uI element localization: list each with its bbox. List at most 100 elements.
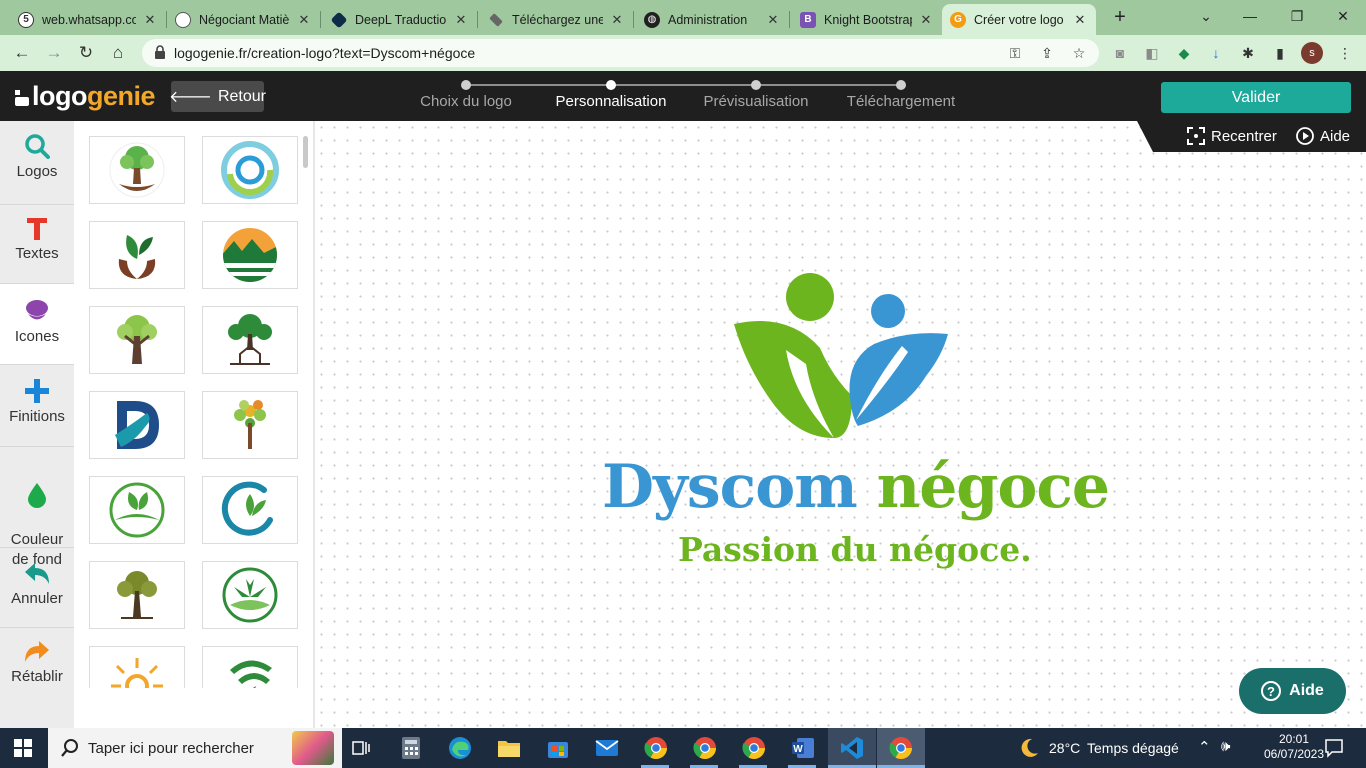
close-tab-icon[interactable]: ✕ xyxy=(765,12,781,28)
task-view-icon[interactable] xyxy=(346,734,376,762)
floating-help-button[interactable]: ? Aide xyxy=(1239,668,1346,714)
step-dot-active[interactable] xyxy=(606,80,616,90)
back-button[interactable]: 🡐 Retour xyxy=(169,81,266,112)
reload-icon[interactable]: ↻ xyxy=(75,42,97,64)
browser-tab-active[interactable]: G Créer votre logo ✕ xyxy=(942,4,1096,35)
icon-thumbnail[interactable] xyxy=(202,561,298,629)
forward-arrow-icon[interactable]: → xyxy=(43,42,65,64)
extension-icon[interactable]: ◧ xyxy=(1142,43,1162,63)
icon-thumbnail[interactable] xyxy=(89,561,185,629)
sidebar-item-finitions[interactable]: Finitions xyxy=(0,378,74,448)
icon-thumbnail[interactable] xyxy=(202,476,298,544)
panel-scrollbar[interactable] xyxy=(303,136,308,168)
key-icon[interactable]: ⚿ xyxy=(1006,44,1024,62)
download-icon[interactable]: ↓ xyxy=(1206,43,1226,63)
chrome-icon[interactable] xyxy=(641,734,671,762)
browser-tab[interactable]: B Knight Bootstrap ✕ xyxy=(792,4,942,35)
close-tab-icon[interactable]: ✕ xyxy=(609,12,625,28)
sidebar-item-retablir[interactable]: Rétablir xyxy=(0,640,74,710)
icon-thumbnail[interactable] xyxy=(202,306,298,374)
taskbar-clock[interactable]: 20:01 06/07/2023 xyxy=(1262,732,1326,762)
play-circle-icon xyxy=(1296,127,1314,145)
icon-thumbnail[interactable] xyxy=(202,221,298,289)
minimize-button[interactable]: — xyxy=(1240,6,1260,26)
step-previsualisation[interactable]: Prévisualisation xyxy=(703,93,808,110)
step-dot[interactable] xyxy=(751,80,761,90)
browser-tab[interactable]: DeepL Traduction ✕ xyxy=(323,4,477,35)
volume-icon[interactable]: 🕪 xyxy=(1221,738,1230,755)
weather-description[interactable]: Temps dégagé xyxy=(1087,740,1179,756)
step-choix-du-logo[interactable]: Choix du logo xyxy=(420,93,512,110)
browser-tab[interactable]: Négociant Matiè ✕ xyxy=(167,4,320,35)
icon-thumbnail[interactable] xyxy=(202,136,298,204)
step-personnalisation[interactable]: Personnalisation xyxy=(556,93,667,110)
sidebar-item-couleur-de-fond[interactable]: Couleur de fond xyxy=(0,462,74,568)
edge-browser-icon[interactable] xyxy=(445,734,475,762)
chrome-icon-active[interactable] xyxy=(886,734,916,762)
back-arrow-icon[interactable]: ← xyxy=(11,42,33,64)
step-telechargement[interactable]: Téléchargement xyxy=(847,93,955,110)
sidebar-item-textes[interactable]: Textes xyxy=(0,217,74,287)
logogenie-logo[interactable]: logogenie xyxy=(14,81,156,112)
chrome-icon[interactable] xyxy=(739,734,769,762)
brand-name-part2[interactable]: négoce xyxy=(877,452,1110,522)
browser-tab[interactable]: Téléchargez une ✕ xyxy=(480,4,633,35)
divider xyxy=(0,364,74,365)
restore-button[interactable]: ❐ xyxy=(1287,6,1307,26)
logo-symbol[interactable] xyxy=(728,268,954,444)
chevron-up-icon[interactable]: ⌃ xyxy=(1198,738,1211,756)
menu-dots-icon[interactable]: ⋮ xyxy=(1335,43,1355,63)
calculator-icon[interactable] xyxy=(396,734,426,762)
browser-tab[interactable]: 5 web.whatsapp.co ✕ xyxy=(10,4,166,35)
close-tab-icon[interactable]: ✕ xyxy=(453,12,469,28)
chrome-icon[interactable] xyxy=(690,734,720,762)
sidebar-item-annuler[interactable]: Annuler xyxy=(0,562,74,632)
taskbar-search-box[interactable]: Taper ici pour rechercher xyxy=(48,728,342,768)
mail-icon[interactable] xyxy=(592,734,622,762)
home-icon[interactable]: ⌂ xyxy=(107,42,129,64)
notification-icon[interactable] xyxy=(1324,738,1344,758)
brand-name-part1[interactable]: Dyscom xyxy=(602,452,858,522)
icon-thumbnail[interactable] xyxy=(89,306,185,374)
sidebar-item-logos[interactable]: Logos xyxy=(0,133,74,203)
step-dot[interactable] xyxy=(896,80,906,90)
browser-tab[interactable]: ◍ Administration ✕ xyxy=(636,4,789,35)
validate-button[interactable]: Valider xyxy=(1161,82,1351,113)
side-panel-icon[interactable]: ▮ xyxy=(1270,43,1290,63)
puzzle-icon[interactable]: ✱ xyxy=(1238,43,1258,63)
bookmark-star-icon[interactable]: ☆ xyxy=(1070,44,1088,62)
lock-icon[interactable] xyxy=(154,45,166,59)
icon-thumbnail[interactable] xyxy=(89,136,185,204)
url-text[interactable]: logogenie.fr/creation-logo?text=Dyscom+n… xyxy=(174,45,475,61)
sidebar-item-icones[interactable]: Icones xyxy=(0,284,74,364)
icon-thumbnail[interactable] xyxy=(89,476,185,544)
close-tab-icon[interactable]: ✕ xyxy=(142,12,158,28)
word-icon[interactable]: W xyxy=(788,734,818,762)
recenter-button[interactable]: Recentrer xyxy=(1187,127,1277,145)
logo-slogan[interactable]: Passion du négoce. xyxy=(678,530,1032,569)
camera-extension-icon[interactable]: ◙ xyxy=(1110,43,1130,63)
tab-search-icon[interactable]: ⌄ xyxy=(1196,6,1216,26)
help-button[interactable]: Aide xyxy=(1296,127,1350,145)
close-tab-icon[interactable]: ✕ xyxy=(918,12,934,28)
close-tab-icon[interactable]: ✕ xyxy=(296,12,312,28)
icon-thumbnail[interactable] xyxy=(202,391,298,459)
new-tab-button[interactable]: + xyxy=(1110,6,1130,28)
tab-title: Téléchargez une xyxy=(512,12,603,27)
share-icon[interactable]: ⇪ xyxy=(1038,44,1056,62)
icon-thumbnail[interactable] xyxy=(89,221,185,289)
vscode-icon[interactable] xyxy=(837,734,867,762)
address-bar[interactable]: logogenie.fr/creation-logo?text=Dyscom+n… xyxy=(142,39,1099,67)
shield-extension-icon[interactable]: ◆ xyxy=(1174,43,1194,63)
icon-thumbnail[interactable] xyxy=(89,391,185,459)
profile-avatar[interactable]: s xyxy=(1301,42,1323,64)
logo-brand-name[interactable]: Dyscom négoce xyxy=(602,452,1110,522)
close-tab-icon[interactable]: ✕ xyxy=(1072,12,1088,28)
weather-temperature[interactable]: 28°C xyxy=(1049,740,1080,756)
file-explorer-icon[interactable] xyxy=(494,734,524,762)
windows-start-icon[interactable] xyxy=(14,739,32,757)
close-window-button[interactable]: ✕ xyxy=(1333,6,1353,26)
step-dot[interactable] xyxy=(461,80,471,90)
microsoft-store-icon[interactable] xyxy=(543,734,573,762)
weather-moon-icon[interactable] xyxy=(1018,737,1040,759)
